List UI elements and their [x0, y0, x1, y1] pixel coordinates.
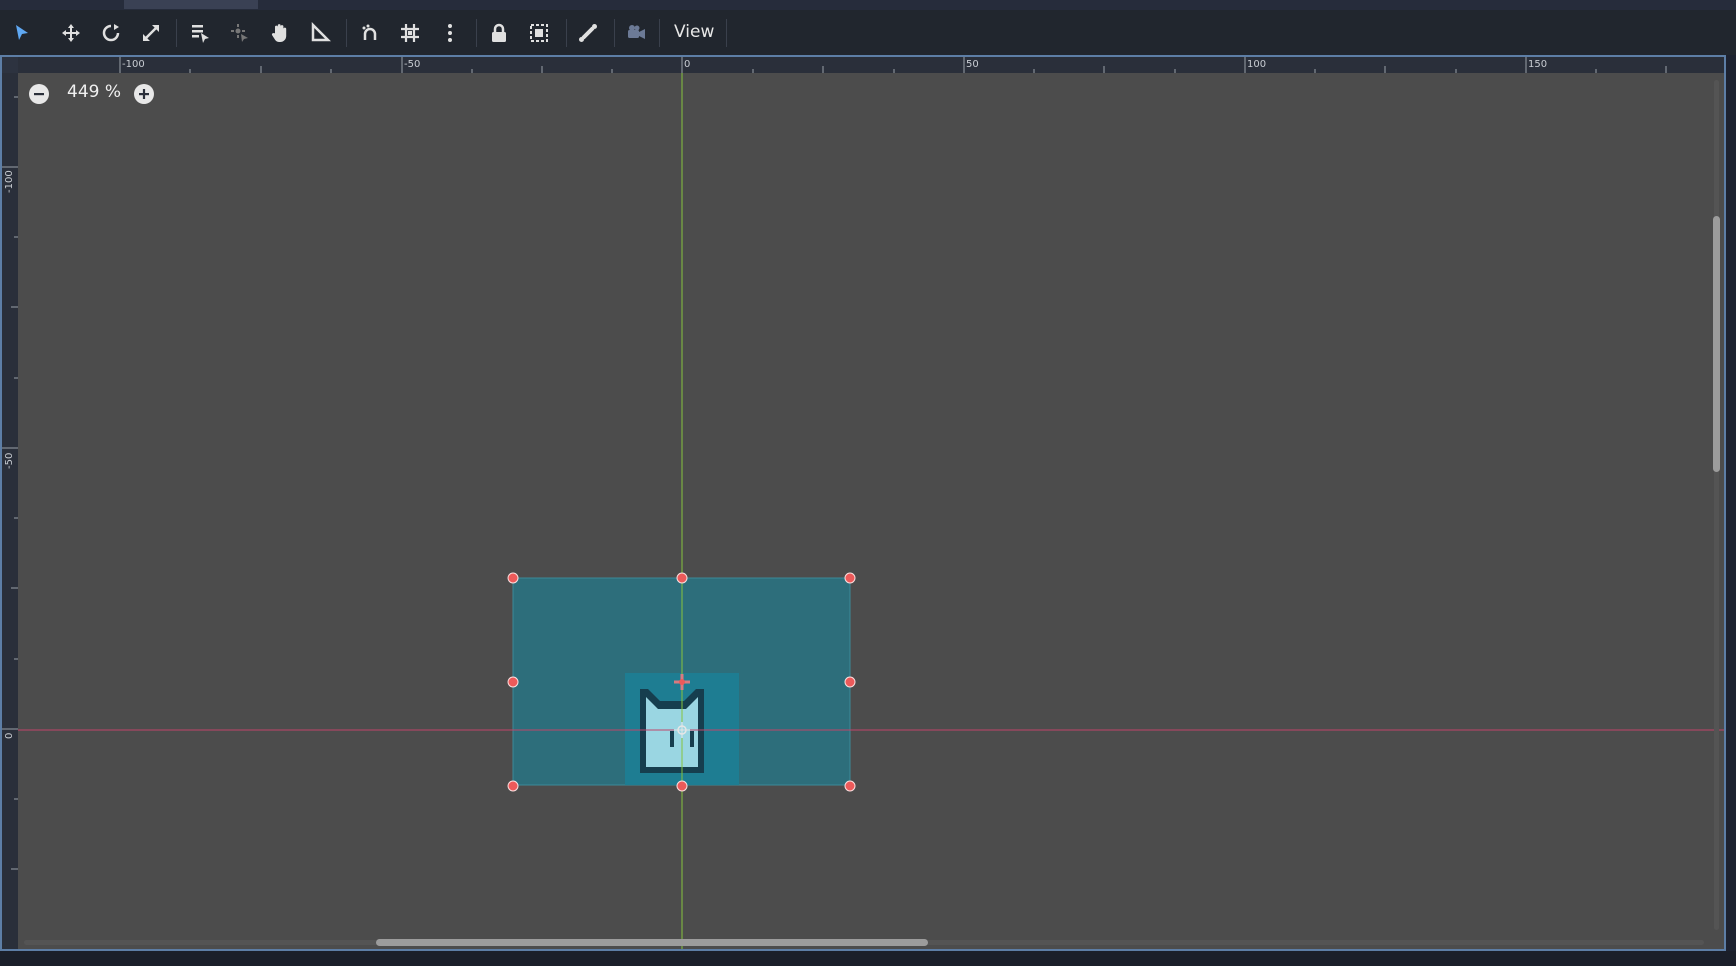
vertical-scrollbar-thumb[interactable] — [1713, 216, 1720, 472]
ruler-label: 100 — [1247, 59, 1266, 70]
resize-handle-left[interactable] — [507, 676, 519, 688]
rotate-icon — [102, 23, 120, 41]
toolbar-separator — [726, 19, 727, 47]
pan-tool-button[interactable] — [260, 10, 300, 55]
resize-handle-bottom-left[interactable] — [507, 780, 519, 792]
scale-tool-button[interactable] — [131, 10, 171, 55]
snap-options-menu[interactable] — [430, 10, 470, 55]
lock-button[interactable] — [479, 10, 519, 55]
ruler-label: 50 — [966, 59, 979, 70]
resize-handle-top-right[interactable] — [844, 572, 856, 584]
toolbar-separator — [176, 19, 177, 47]
scene-canvas[interactable] — [18, 73, 1724, 949]
grid-snap-icon — [401, 23, 419, 42]
ruler-label: 0 — [4, 733, 15, 739]
resize-handle-top-left[interactable] — [507, 572, 519, 584]
ruler-label: -50 — [404, 59, 420, 70]
toolbar-separator — [614, 19, 615, 47]
kebab-menu-icon — [448, 23, 452, 42]
camera-override-button[interactable] — [616, 10, 656, 55]
bone-button[interactable] — [568, 10, 608, 55]
grid-snap-toggle[interactable] — [390, 10, 430, 55]
group-button[interactable] — [519, 10, 559, 55]
editor-tab-strip — [0, 0, 1736, 10]
bottom-panel-edge — [0, 951, 1736, 966]
pivot-tool-button[interactable] — [220, 10, 260, 55]
ruler-label: 0 — [684, 59, 690, 70]
ruler-tool-button[interactable] — [300, 10, 340, 55]
view-menu-button[interactable]: View — [664, 10, 724, 55]
ruler-label: 150 — [1528, 59, 1547, 70]
zoom-out-button[interactable] — [29, 84, 49, 104]
toolbar-separator — [566, 19, 567, 47]
zoom-in-icon — [139, 89, 149, 99]
active-scene-tab[interactable] — [124, 0, 258, 9]
resize-handle-bottom[interactable] — [676, 780, 688, 792]
zoom-in-button[interactable] — [134, 84, 154, 104]
resize-handle-top[interactable] — [676, 572, 688, 584]
pivot-icon — [231, 23, 248, 42]
cat-sprite[interactable] — [640, 689, 704, 773]
scale-icon — [143, 24, 159, 41]
rotate-tool-button[interactable] — [91, 10, 131, 55]
ruler-label: -100 — [122, 59, 145, 70]
resize-handle-right[interactable] — [844, 676, 856, 688]
smart-snap-toggle[interactable] — [350, 10, 390, 55]
zoom-out-icon — [34, 93, 44, 96]
ruler-label: -100 — [4, 170, 15, 193]
group-icon — [530, 23, 548, 42]
ruler-label: -50 — [4, 453, 15, 469]
horizontal-scrollbar-thumb[interactable] — [376, 939, 928, 946]
bone-icon — [579, 23, 597, 42]
move-tool-button[interactable] — [51, 10, 91, 55]
hand-icon — [271, 23, 287, 42]
list-select-icon — [192, 24, 209, 43]
list-select-tool-button[interactable] — [180, 10, 220, 55]
toolbar-separator — [476, 19, 477, 47]
vertical-scrollbar[interactable] — [1714, 80, 1719, 930]
toolbar-separator — [346, 19, 347, 47]
move-icon — [62, 23, 80, 42]
smart-snap-icon — [362, 24, 377, 40]
resize-handle-bottom-right[interactable] — [844, 780, 856, 792]
camera-icon — [628, 24, 645, 39]
lock-icon — [492, 23, 506, 42]
toolbar-separator — [659, 19, 660, 47]
ruler-corner — [2, 57, 18, 73]
horizontal-ruler[interactable]: -100 -50 0 50 100 150 — [18, 57, 1724, 73]
zoom-level-label[interactable]: 449 % — [67, 82, 121, 102]
canvas-toolbar: View — [0, 10, 1736, 55]
vertical-ruler[interactable]: -100 -50 0 — [2, 73, 18, 949]
select-tool-button[interactable] — [2, 10, 42, 55]
select-arrow-icon — [16, 24, 28, 40]
ruler-icon — [311, 21, 331, 41]
